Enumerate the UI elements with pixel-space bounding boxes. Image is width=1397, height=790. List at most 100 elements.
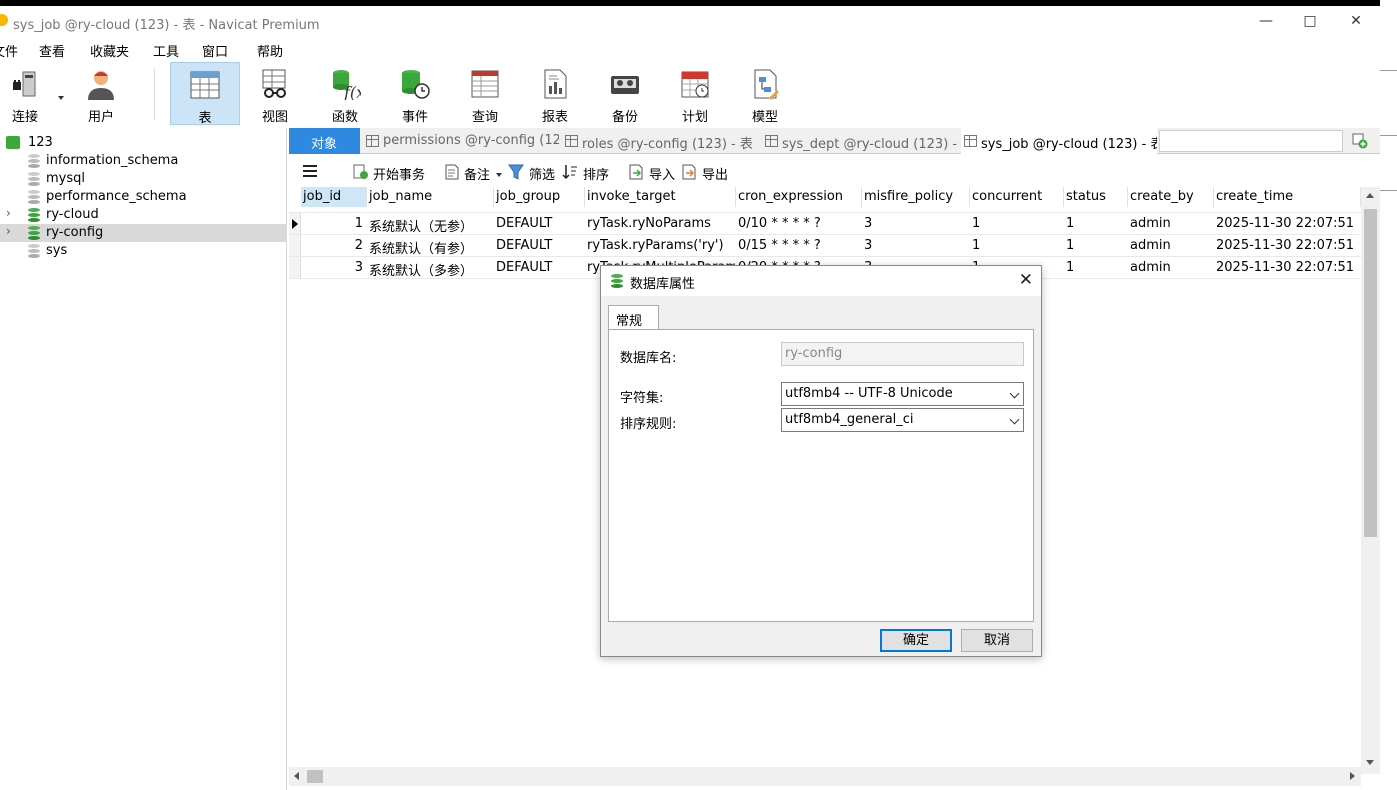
cell[interactable]: 1 bbox=[1066, 238, 1126, 253]
tab-search-input[interactable] bbox=[1159, 130, 1343, 152]
toolbar-function-button[interactable]: f(x) 函数 bbox=[312, 62, 378, 125]
toolbar-backup-button[interactable]: 备份 bbox=[592, 62, 658, 125]
column-header[interactable]: concurrent bbox=[970, 187, 1064, 207]
tree-connection-123[interactable]: 123 bbox=[0, 134, 287, 152]
scroll-thumb[interactable] bbox=[1364, 209, 1377, 537]
scroll-left-icon[interactable] bbox=[294, 772, 299, 780]
tree-item-performance-schema[interactable]: performance_schema bbox=[0, 188, 287, 206]
cell[interactable]: 1 bbox=[1066, 260, 1126, 275]
cell[interactable]: 1 bbox=[972, 216, 1062, 231]
dialog-close-icon[interactable]: ✕ bbox=[1019, 270, 1033, 290]
sort-button[interactable]: 排序 bbox=[583, 164, 609, 183]
toolbar-view-button[interactable]: 视图 bbox=[242, 62, 308, 125]
tree-item-ry-config[interactable]: › ry-config bbox=[0, 224, 287, 242]
column-header[interactable]: job_id bbox=[301, 187, 367, 207]
cell[interactable]: DEFAULT bbox=[496, 216, 582, 231]
tab-sys-dept[interactable]: sys_dept @ry-cloud (123) - 表 bbox=[762, 128, 958, 154]
cell[interactable]: 2025-11-30 22:07:51 bbox=[1216, 238, 1359, 253]
tree-item-mysql[interactable]: mysql bbox=[0, 170, 287, 188]
menu-window[interactable]: 窗口 bbox=[202, 41, 228, 60]
toolbar-model-button[interactable]: 模型 bbox=[732, 62, 798, 125]
tab-roles[interactable]: roles @ry-config (123) - 表 bbox=[562, 128, 758, 154]
cell[interactable]: 2025-11-30 22:07:51 bbox=[1216, 260, 1359, 275]
cell[interactable]: 系统默认（无参） bbox=[369, 216, 491, 235]
chevron-right-icon[interactable]: › bbox=[6, 224, 11, 238]
column-header[interactable]: cron_expression bbox=[736, 187, 862, 207]
cell[interactable]: 1 bbox=[972, 238, 1062, 253]
cell[interactable]: 0/10 * * * * ? bbox=[738, 216, 860, 231]
cell[interactable]: 1 bbox=[1066, 216, 1126, 231]
charset-label: 字符集: bbox=[620, 391, 664, 406]
cell[interactable]: 1 bbox=[303, 216, 363, 231]
scroll-down-icon[interactable] bbox=[1366, 760, 1374, 765]
menu-file[interactable]: 文件 bbox=[0, 41, 18, 60]
cell[interactable]: 3 bbox=[864, 238, 968, 253]
chevron-right-icon[interactable]: › bbox=[6, 206, 11, 220]
cell[interactable]: 系统默认（有参） bbox=[369, 238, 491, 257]
tab-permissions[interactable]: permissions @ry-config (12... bbox=[363, 128, 559, 154]
collation-select[interactable]: utf8mb4_general_ci bbox=[781, 408, 1024, 432]
dialog-tab-general[interactable]: 常规 bbox=[608, 305, 659, 330]
column-header[interactable]: job_group bbox=[494, 187, 585, 207]
scroll-up-icon[interactable] bbox=[1366, 193, 1374, 198]
close-icon[interactable]: ✕ bbox=[1344, 10, 1368, 32]
tab-objects[interactable]: 对象 bbox=[289, 128, 360, 154]
filter-button[interactable]: 筛选 bbox=[529, 164, 555, 183]
cell[interactable]: admin bbox=[1130, 260, 1212, 275]
cell[interactable]: admin bbox=[1130, 238, 1212, 253]
table-row[interactable]: 2 系统默认（有参） DEFAULT ryTask.ryParams('ry')… bbox=[289, 234, 1361, 257]
toolbar-user-button[interactable]: 用户 bbox=[68, 62, 134, 125]
toolbar-table-button[interactable]: 表 bbox=[170, 62, 240, 126]
cell[interactable]: ryTask.ryNoParams bbox=[587, 216, 735, 231]
menu-icon[interactable] bbox=[303, 165, 317, 177]
vertical-scrollbar[interactable] bbox=[1361, 187, 1380, 774]
minimize-icon[interactable]: — bbox=[1254, 10, 1278, 32]
cell[interactable]: 2 bbox=[303, 238, 363, 253]
tree-item-ry-cloud[interactable]: › ry-cloud bbox=[0, 206, 287, 224]
toolbar-report-button[interactable]: 报表 bbox=[522, 62, 588, 125]
scroll-right-icon[interactable] bbox=[1350, 772, 1355, 780]
maximize-icon[interactable]: □ bbox=[1298, 10, 1322, 32]
cell[interactable]: ryTask.ryParams('ry') bbox=[587, 238, 735, 253]
column-header[interactable]: create_by bbox=[1128, 187, 1214, 207]
menu-help[interactable]: 帮助 bbox=[257, 41, 283, 60]
charset-select[interactable]: utf8mb4 -- UTF-8 Unicode bbox=[781, 382, 1024, 406]
scroll-thumb[interactable] bbox=[307, 770, 323, 783]
cell[interactable]: DEFAULT bbox=[496, 260, 582, 275]
column-header[interactable]: invoke_target bbox=[585, 187, 736, 207]
menu-tools[interactable]: 工具 bbox=[153, 41, 179, 60]
column-header[interactable]: misfire_policy bbox=[862, 187, 970, 207]
toolbar-schedule-button[interactable]: 计划 bbox=[662, 62, 728, 125]
export-button[interactable]: 导出 bbox=[702, 164, 728, 183]
column-header[interactable]: create_time bbox=[1214, 187, 1361, 207]
menu-favorites[interactable]: 收藏夹 bbox=[90, 41, 129, 60]
connection-dropdown-icon[interactable] bbox=[58, 96, 64, 100]
cell[interactable]: 0/15 * * * * ? bbox=[738, 238, 860, 253]
toolbar-connection-button[interactable]: 连接 bbox=[0, 62, 58, 125]
cell[interactable]: DEFAULT bbox=[496, 238, 582, 253]
begin-transaction-button[interactable]: 开始事务 bbox=[373, 164, 425, 183]
new-tab-icon[interactable] bbox=[1352, 133, 1368, 149]
note-dropdown-icon[interactable] bbox=[496, 173, 502, 177]
event-icon bbox=[402, 70, 430, 99]
menu-view[interactable]: 查看 bbox=[39, 41, 65, 60]
export-icon bbox=[682, 164, 696, 180]
ok-button[interactable]: 确定 bbox=[880, 629, 952, 652]
horizontal-scrollbar[interactable] bbox=[289, 767, 1361, 786]
column-header[interactable]: job_name bbox=[367, 187, 494, 207]
cell[interactable]: admin bbox=[1130, 216, 1212, 231]
table-row[interactable]: 1 系统默认（无参） DEFAULT ryTask.ryNoParams 0/1… bbox=[289, 212, 1361, 235]
cell[interactable]: 3 bbox=[303, 260, 363, 275]
toolbar-event-button[interactable]: 事件 bbox=[382, 62, 448, 125]
tab-sys-job[interactable]: sys_job @ry-cloud (123) - 表 bbox=[961, 128, 1157, 154]
cell[interactable]: 3 bbox=[864, 216, 968, 231]
cancel-button[interactable]: 取消 bbox=[961, 629, 1033, 652]
note-button[interactable]: 备注 bbox=[464, 164, 490, 183]
cell[interactable]: 2025-11-30 22:07:51 bbox=[1216, 216, 1359, 231]
column-header[interactable]: status bbox=[1064, 187, 1128, 207]
tree-item-sys[interactable]: sys bbox=[0, 242, 287, 260]
import-button[interactable]: 导入 bbox=[649, 164, 675, 183]
toolbar-query-button[interactable]: 查询 bbox=[452, 62, 518, 125]
tree-item-information-schema[interactable]: information_schema bbox=[0, 152, 287, 170]
cell[interactable]: 系统默认（多参） bbox=[369, 260, 491, 279]
